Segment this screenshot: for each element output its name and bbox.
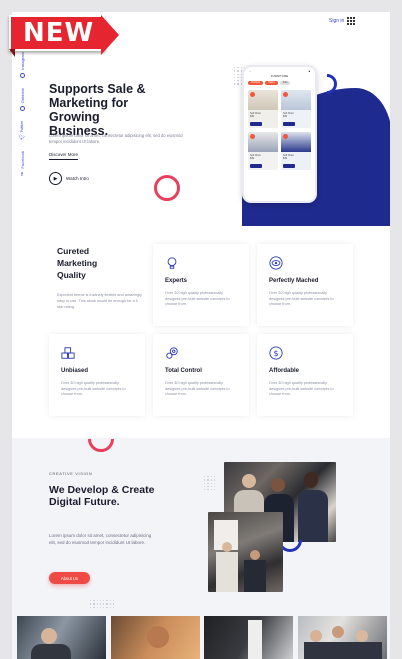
product-price: $39 (250, 115, 254, 118)
gallery-photo (111, 616, 200, 659)
product-card[interactable]: Soft Chair $39 (248, 132, 278, 170)
feature-description: Over 30 high quality professionally desi… (269, 381, 334, 396)
back-arrow-icon: ← (249, 70, 252, 73)
product-card[interactable]: Soft Chair $39 (281, 132, 311, 170)
hero-title: Supports Sale & Marketing for Growing Bu… (49, 82, 146, 138)
lightbulb-icon (167, 257, 177, 269)
watch-intro-button[interactable]: ▶ Watch Intro (49, 172, 89, 185)
feature-description: Over 30 high quality professionally desi… (165, 291, 230, 306)
add-to-cart-button[interactable] (250, 122, 262, 126)
product-card[interactable]: Soft Chair $39 (248, 90, 278, 128)
social-facebook[interactable]: Facebook f (20, 151, 25, 178)
heart-icon[interactable] (250, 92, 255, 97)
phone-pill[interactable]: Chairs (265, 81, 278, 85)
add-to-cart-button[interactable] (250, 164, 262, 168)
phone-filter-pills: Products Chairs Sofa (244, 78, 315, 88)
decorative-dots (204, 476, 216, 491)
cart-icon: ■ (308, 70, 310, 73)
heart-icon[interactable] (250, 134, 255, 139)
feature-description: Over 30 high quality professionally desi… (61, 381, 126, 396)
phone-pill[interactable]: Products (248, 81, 264, 85)
feature-card-unbiased: Unbiased Over 30 high quality profession… (49, 334, 145, 416)
decorative-dots (90, 600, 115, 608)
creative-title: We Develop & Create Digital Future. (49, 484, 155, 508)
feature-card-affordable: $ Affordable Over 30 high quality profes… (257, 334, 353, 416)
hero-description: Lorem ipsum dolor sit amet, consectetur … (49, 133, 183, 144)
gallery-photo (17, 616, 106, 659)
phone-pill[interactable]: Sofa (279, 81, 291, 85)
feature-title: Total Control (165, 368, 202, 374)
product-price: $39 (283, 115, 287, 118)
feature-title: Affordable (269, 368, 299, 374)
landing-page: Sign in Instagram Dribbble Twitter 🐦︎ Fa… (12, 12, 390, 659)
grid-menu-icon[interactable] (347, 17, 355, 25)
social-label: Facebook (19, 151, 25, 170)
decorative-arc (327, 74, 337, 94)
gallery-photo (204, 616, 293, 659)
instagram-icon (19, 72, 25, 78)
team-photo-whiteboard (208, 512, 283, 592)
social-twitter[interactable]: Twitter 🐦︎ (19, 121, 25, 142)
feature-title: Perfectly Mached (269, 278, 319, 284)
creative-description: Lorem ipsum dolor sit amet, consectetur … (49, 533, 152, 545)
eye-icon (269, 256, 283, 270)
feature-description: Over 30 high quality professionally desi… (165, 381, 230, 396)
feature-card-experts: Experts Over 30 high quality professiona… (153, 244, 249, 326)
twitter-icon: 🐦︎ (18, 135, 26, 142)
social-links: Instagram Dribbble Twitter 🐦︎ Facebook f (18, 52, 26, 178)
product-price: $39 (250, 157, 254, 160)
section-eyebrow: CREATIVE VISION (49, 471, 93, 476)
facebook-icon: f (21, 172, 23, 179)
social-label: Dribbble (19, 87, 25, 103)
gears-icon (166, 347, 178, 359)
curated-description: Exponent theme is insanely flexible and … (57, 293, 142, 309)
svg-text:$: $ (273, 349, 278, 358)
sign-in-link[interactable]: Sign in (329, 18, 344, 24)
play-icon: ▶ (49, 172, 62, 185)
decorative-arc (88, 439, 114, 452)
heart-icon[interactable] (283, 134, 288, 139)
curated-title: Cureted Marketing Quality (57, 246, 98, 280)
heart-icon[interactable] (283, 92, 288, 97)
social-dribbble[interactable]: Dribbble (19, 87, 25, 111)
add-to-cart-button[interactable] (283, 164, 295, 168)
dribbble-icon (19, 105, 25, 111)
watch-intro-label: Watch Intro (66, 176, 89, 181)
phone-mockup: ← ■ FURNITURE Products Chairs Sofa Soft C… (242, 65, 317, 203)
add-to-cart-button[interactable] (283, 122, 295, 126)
product-card[interactable]: Soft Chair $39 (281, 90, 311, 128)
gallery-photo (298, 616, 387, 659)
discover-more-link[interactable]: Discover More (49, 152, 79, 160)
feature-title: Unbiased (61, 368, 89, 374)
dollar-icon: $ (269, 346, 283, 360)
ribbon-label: NEW (23, 18, 95, 48)
feature-card-perfectly-mached: Perfectly Mached Over 30 high quality pr… (257, 244, 353, 326)
feature-description: Over 30 high quality professionally desi… (269, 291, 334, 306)
about-us-button[interactable]: About Us (49, 572, 90, 584)
product-price: $39 (283, 157, 287, 160)
social-label: Twitter (19, 120, 25, 133)
new-ribbon-badge: NEW (3, 6, 121, 58)
feature-title: Experts (165, 278, 188, 284)
feature-card-total-control: Total Control Over 30 high quality profe… (153, 334, 249, 416)
boxes-icon (61, 347, 75, 359)
decorative-ring (154, 175, 180, 201)
